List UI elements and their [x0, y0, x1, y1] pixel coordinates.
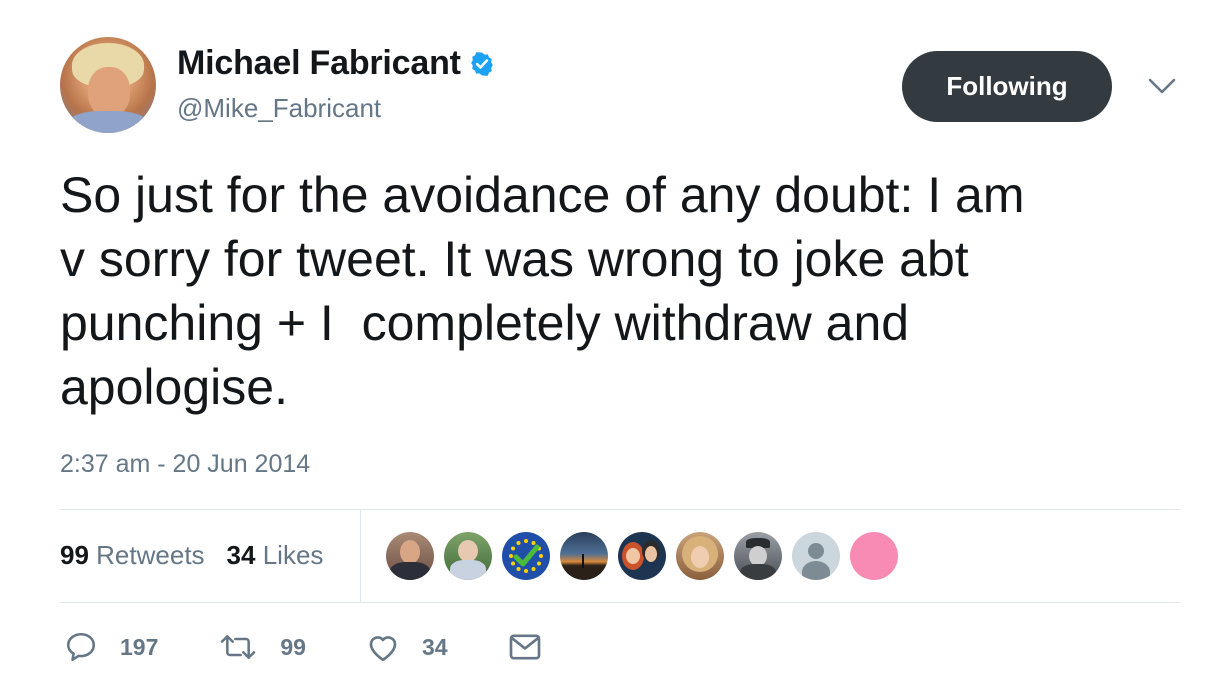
retweets-label: Retweets: [96, 540, 205, 570]
author-handle[interactable]: @Mike_Fabricant: [177, 93, 381, 124]
retweet-button[interactable]: 99: [218, 632, 306, 662]
author-avatar[interactable]: [60, 37, 156, 133]
divider: [60, 509, 1180, 510]
divider: [60, 602, 1180, 603]
tweet-actions: 197 99 34: [64, 630, 624, 664]
chevron-down-icon[interactable]: [1148, 76, 1176, 96]
likes-count: 34: [226, 540, 256, 570]
following-button[interactable]: Following: [902, 51, 1112, 122]
verified-badge-icon: [470, 51, 493, 76]
likes-stat[interactable]: 34 Likes: [227, 540, 324, 571]
likes-label: Likes: [262, 540, 324, 570]
retweet-count: 99: [280, 633, 306, 660]
like-count: 34: [421, 633, 448, 660]
liker-avatars: [386, 532, 898, 580]
reply-count: 197: [120, 633, 159, 660]
liker-avatar-9[interactable]: [850, 532, 898, 580]
like-button[interactable]: 34: [366, 631, 448, 663]
author-name-row[interactable]: Michael Fabricant: [177, 44, 495, 83]
reply-icon: [66, 632, 96, 662]
liker-avatar-4[interactable]: [560, 532, 608, 580]
liker-avatar-8[interactable]: [792, 532, 840, 580]
liker-avatar-3[interactable]: [502, 532, 550, 580]
engagement-stats: 99 Retweets 34 Likes: [60, 540, 323, 571]
retweets-count: 99: [60, 540, 89, 570]
liker-avatar-2[interactable]: [444, 532, 492, 580]
envelope-icon: [509, 634, 540, 660]
author-name[interactable]: Michael Fabricant: [177, 44, 461, 83]
direct-message-button[interactable]: [508, 633, 564, 661]
eu-flag-icon: [509, 539, 543, 573]
liker-avatar-1[interactable]: [386, 532, 434, 580]
liker-avatar-7[interactable]: [734, 532, 782, 580]
heart-icon: [369, 636, 397, 662]
liker-avatar-6[interactable]: [676, 532, 724, 580]
tweet-timestamp[interactable]: 2:37 am - 20 Jun 2014: [60, 450, 310, 479]
reply-button[interactable]: 197: [64, 630, 158, 664]
retweet-icon: [221, 635, 256, 659]
divider: [360, 510, 361, 602]
liker-avatar-5[interactable]: [618, 532, 666, 580]
tweet-text: So just for the avoidance of any doubt: …: [60, 167, 1025, 415]
retweets-stat[interactable]: 99 Retweets: [60, 540, 205, 571]
